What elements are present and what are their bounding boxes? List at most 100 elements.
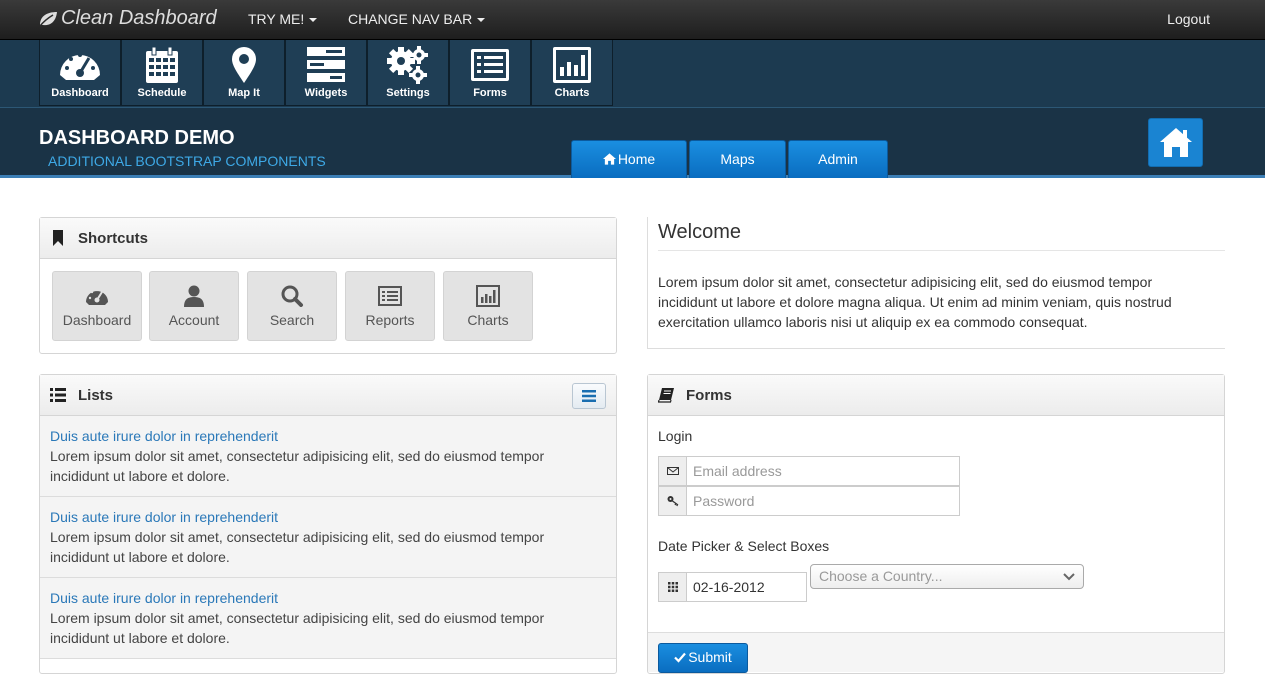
gauge-icon xyxy=(86,288,108,305)
forms-panel: Forms Login Date Picker & Select Boxes xyxy=(647,374,1225,674)
bookmark-icon xyxy=(53,230,63,246)
brand-name: Clean Dashboard xyxy=(61,7,217,29)
leaf-icon xyxy=(39,11,57,26)
search-icon xyxy=(281,285,303,307)
password-group xyxy=(658,486,960,516)
toolbar-label: Map It xyxy=(228,87,260,99)
email-group xyxy=(658,456,960,486)
shortcut-label: Dashboard xyxy=(62,312,132,328)
key-icon xyxy=(667,496,678,507)
logout-link[interactable]: Logout xyxy=(1167,11,1210,27)
map-marker-icon xyxy=(232,47,256,83)
shortcut-search[interactable]: Search xyxy=(247,271,337,341)
submit-label: Submit xyxy=(688,649,732,665)
tab-home[interactable]: Home xyxy=(571,140,687,178)
tab-admin[interactable]: Admin xyxy=(788,140,888,178)
forms-header: Forms xyxy=(648,375,1224,416)
tab-home-label: Home xyxy=(617,151,656,167)
list-item-text: Lorem ipsum dolor sit amet, consectetur … xyxy=(50,529,545,565)
toolbar-widgets[interactable]: Widgets xyxy=(285,40,367,106)
home-icon xyxy=(1159,128,1192,157)
tab-maps[interactable]: Maps xyxy=(689,140,786,178)
bar-chart-icon xyxy=(476,285,500,307)
check-icon xyxy=(674,652,687,663)
shortcut-label: Reports xyxy=(365,312,415,328)
envelope-icon xyxy=(666,467,679,475)
nav-change-nav-bar-label: CHANGE NAV BAR xyxy=(348,11,473,27)
list-alt-icon xyxy=(471,49,509,81)
toolbar-label: Forms xyxy=(473,87,507,99)
toolbar-schedule[interactable]: Schedule xyxy=(121,40,203,106)
home-button[interactable] xyxy=(1148,118,1203,167)
lists-title: Lists xyxy=(78,386,114,404)
bar-chart-icon xyxy=(553,47,591,83)
shortcut-label: Search xyxy=(269,312,315,328)
home-icon xyxy=(602,153,616,165)
calendar-grid-icon xyxy=(667,582,678,592)
password-field[interactable] xyxy=(686,486,960,516)
list-item: Duis aute irure dolor in reprehenderit L… xyxy=(40,497,616,578)
list-item-text: Lorem ipsum dolor sit amet, consectetur … xyxy=(50,448,545,484)
page-header: DASHBOARD DEMO ADDITIONAL BOOTSTRAP COMP… xyxy=(0,108,1265,178)
toolbar-forms[interactable]: Forms xyxy=(449,40,531,106)
toolbar-dashboard[interactable]: Dashboard xyxy=(39,40,121,106)
list-item-link[interactable]: Duis aute irure dolor in reprehenderit xyxy=(50,507,606,527)
shortcut-dashboard[interactable]: Dashboard xyxy=(52,271,142,341)
toolbar-charts[interactable]: Charts xyxy=(531,40,613,106)
top-navbar: Clean Dashboard TRY ME! CHANGE NAV BAR L… xyxy=(0,0,1265,40)
tab-maps-label: Maps xyxy=(720,151,755,167)
icon-toolbar: Dashboard Schedule Map It Widgets Settin… xyxy=(0,40,1265,108)
caret-down-icon xyxy=(309,18,318,23)
nav-try-me-label: TRY ME! xyxy=(248,11,305,27)
brand[interactable]: Clean Dashboard xyxy=(38,7,217,30)
lists-panel: Lists Duis aute irure dolor in reprehend… xyxy=(39,374,617,674)
page-subtitle: ADDITIONAL BOOTSTRAP COMPONENTS xyxy=(48,153,326,169)
page-title: DASHBOARD DEMO xyxy=(39,127,235,149)
shortcut-label: Charts xyxy=(467,312,509,328)
user-icon xyxy=(184,285,204,307)
toolbar-label: Dashboard xyxy=(51,87,109,99)
shortcut-reports[interactable]: Reports xyxy=(345,271,435,341)
submit-button[interactable]: Submit xyxy=(658,643,748,673)
envelope-addon xyxy=(658,456,686,486)
calendar-addon[interactable] xyxy=(658,572,686,602)
list-item: Duis aute irure dolor in reprehenderit L… xyxy=(40,578,616,659)
email-field[interactable] xyxy=(686,456,960,486)
country-select[interactable]: Choose a Country... xyxy=(810,564,1084,589)
calendar-icon xyxy=(146,46,178,83)
gauge-icon xyxy=(60,53,100,80)
toolbar-label: Schedule xyxy=(137,87,187,99)
list-item-link[interactable]: Duis aute irure dolor in reprehenderit xyxy=(50,588,606,608)
list-item: Duis aute irure dolor in reprehenderit L… xyxy=(40,416,616,497)
tab-admin-label: Admin xyxy=(818,151,858,167)
gears-icon xyxy=(387,46,428,84)
country-select-placeholder: Choose a Country... xyxy=(819,568,943,584)
list-item-link[interactable]: Duis aute irure dolor in reprehenderit xyxy=(50,426,606,446)
nav-change-nav-bar[interactable]: CHANGE NAV BAR xyxy=(348,11,486,27)
widgets-icon xyxy=(307,47,345,82)
shortcut-charts[interactable]: Charts xyxy=(443,271,533,341)
list-menu-button[interactable] xyxy=(572,383,606,409)
hamburger-icon xyxy=(582,390,596,402)
date-picker-input[interactable] xyxy=(686,572,807,602)
list-alt-icon xyxy=(378,286,402,306)
shortcut-account[interactable]: Account xyxy=(149,271,239,341)
toolbar-label: Settings xyxy=(386,87,430,99)
list-item-text: Lorem ipsum dolor sit amet, consectetur … xyxy=(50,610,545,646)
toolbar-map-it[interactable]: Map It xyxy=(203,40,285,106)
forms-title: Forms xyxy=(686,386,732,404)
date-select-label: Date Picker & Select Boxes xyxy=(658,538,830,554)
date-group xyxy=(658,572,807,602)
welcome-section: Welcome Lorem ipsum dolor sit amet, cons… xyxy=(647,217,1225,349)
toolbar-label: Charts xyxy=(554,87,590,99)
shortcuts-header: Shortcuts xyxy=(40,218,616,259)
login-label: Login xyxy=(658,428,693,444)
toolbar-settings[interactable]: Settings xyxy=(367,40,449,106)
key-addon xyxy=(658,486,686,516)
shortcuts-panel: Shortcuts Dashboard Account Search Repor… xyxy=(39,217,617,354)
welcome-title: Welcome xyxy=(658,221,1225,251)
welcome-body: Lorem ipsum dolor sit amet, consectetur … xyxy=(658,274,1172,330)
chevron-down-icon xyxy=(1063,573,1075,581)
nav-try-me[interactable]: TRY ME! xyxy=(248,11,318,27)
toolbar-label: Widgets xyxy=(304,87,348,99)
